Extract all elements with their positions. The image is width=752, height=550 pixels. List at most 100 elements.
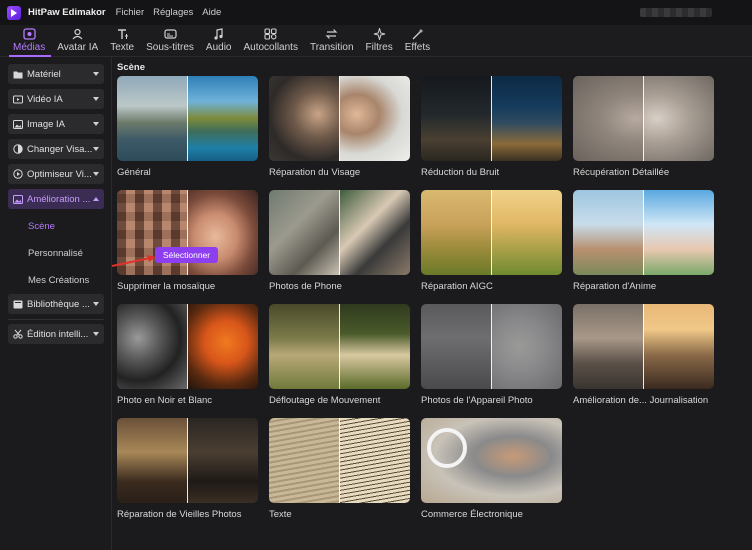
menu-aide[interactable]: Aide (202, 7, 221, 18)
sidebar-item-label: Changer Visa... (27, 143, 93, 155)
sidebar-subitem-scene[interactable]: Scène (28, 221, 55, 232)
scene-thumbnail (421, 418, 562, 503)
app-name: HitPaw Edimakor (28, 7, 106, 18)
chevron-up-icon (93, 197, 99, 201)
scene-card-reparation-aigc[interactable]: Réparation AIGC (421, 190, 562, 292)
tab-label: Médias (13, 42, 46, 53)
chevron-down-icon (93, 122, 99, 126)
sidebar-item-bibliotheque[interactable]: Bibliothèque ... (8, 294, 104, 314)
scene-card-label: Réparation d'Anime (573, 281, 657, 292)
scene-thumbnail (269, 76, 410, 161)
sidebar-item-optimiseur-video[interactable]: Optimiseur Vi... (8, 164, 104, 184)
scene-thumbnail (573, 190, 714, 275)
scene-card-reduction-bruit[interactable]: Réduction du Bruit (421, 76, 562, 178)
scene-card-reparation-anime[interactable]: Réparation d'Anime (573, 190, 714, 292)
tab-label: Audio (205, 42, 232, 53)
tab-sous-titres[interactable]: Sous-titres (140, 24, 200, 56)
chevron-down-icon (93, 302, 99, 306)
scene-card-label: Photo en Noir et Blanc (117, 395, 213, 406)
sidebar-subitem-personnalise[interactable]: Personnalisé (28, 248, 83, 259)
sidebar-subitem-mes-creations[interactable]: Mes Créations (28, 275, 89, 286)
transition-icon (325, 28, 339, 40)
tab-effets[interactable]: Effets (399, 24, 436, 56)
compare-divider (339, 190, 340, 275)
folder-icon (13, 69, 23, 79)
compare-divider (491, 190, 492, 275)
sidebar-item-materiel[interactable]: Matériel (8, 64, 104, 84)
scene-card-label: Réparation AIGC (421, 281, 493, 292)
scene-card-label: Général (117, 167, 151, 178)
tab-avatar-ia[interactable]: Avatar IA (51, 24, 104, 56)
scene-card-amelioration-journalisation[interactable]: Amélioration de... Journalisation (573, 304, 714, 406)
scene-thumbnail (117, 76, 258, 161)
scene-card-vieilles-photos[interactable]: Réparation de Vieilles Photos (117, 418, 258, 520)
compare-divider (187, 304, 188, 389)
sidebar-divider (8, 319, 104, 320)
scene-thumbnail (421, 190, 562, 275)
scene-card-noir-et-blanc[interactable]: Photo en Noir et Blanc (117, 304, 258, 406)
media-icon (22, 28, 36, 40)
sparkle-icon (372, 28, 386, 40)
scene-card-commerce-electronique[interactable]: Commerce Électronique (421, 418, 562, 520)
sidebar-item-changer-visage[interactable]: Changer Visa... (8, 139, 104, 159)
scene-thumbnail (573, 304, 714, 389)
compare-divider (339, 304, 340, 389)
tab-label: Avatar IA (57, 42, 99, 53)
scene-thumbnail (269, 418, 410, 503)
scene-card-label: Réparation de Vieilles Photos (117, 509, 242, 520)
scene-card-photos-phone[interactable]: Photos de Phone (269, 190, 410, 292)
tab-audio[interactable]: Audio (200, 24, 238, 56)
compare-divider (643, 76, 644, 161)
sidebar-item-label: Vidéo IA (27, 93, 63, 105)
main-toolbar: Médias Avatar IA Texte Sous-titres Audio… (0, 25, 752, 57)
select-button[interactable]: Sélectionner (155, 247, 218, 263)
menu-reglages[interactable]: Réglages (153, 7, 193, 18)
scene-card-label: Réduction du Bruit (421, 167, 500, 178)
scene-thumbnail (269, 304, 410, 389)
library-icon (13, 299, 23, 309)
tab-autocollants[interactable]: Autocollants (237, 24, 303, 56)
scene-card-appareil-photo[interactable]: Photos de l'Appareil Photo (421, 304, 562, 406)
chevron-down-icon (93, 147, 99, 151)
app-logo-icon (7, 5, 21, 20)
optimizer-icon (13, 169, 23, 179)
scene-card-supprimer-mosaique[interactable]: Sélectionner Supprimer la mosaïque (117, 190, 258, 292)
scene-card-reparation-visage[interactable]: Réparation du Visage (269, 76, 410, 178)
scene-thumbnail (269, 190, 410, 275)
sidebar-item-image-ia[interactable]: Image IA (8, 114, 104, 134)
sidebar-item-video-ia[interactable]: Vidéo IA (8, 89, 104, 109)
tab-label: Texte (110, 42, 135, 53)
scene-card-texte[interactable]: Texte (269, 418, 410, 520)
scene-card-defloutage-mouvement[interactable]: Défloutage de Mouvement (269, 304, 410, 406)
effects-icon (410, 28, 424, 40)
scene-card-label: Commerce Électronique (421, 509, 523, 520)
menu-fichier[interactable]: Fichier (116, 7, 145, 18)
compare-divider (339, 418, 340, 503)
compare-divider (339, 76, 340, 161)
scene-card-label: Photos de l'Appareil Photo (421, 395, 533, 406)
enhance-icon (13, 194, 23, 204)
scene-card-label: Réparation du Visage (269, 167, 361, 178)
chevron-down-icon (93, 72, 99, 76)
tab-transition[interactable]: Transition (304, 24, 360, 56)
sidebar-item-label: Édition intelli... (27, 328, 89, 340)
scene-card-recuperation-detaillee[interactable]: Récupération Détaillée (573, 76, 714, 178)
tab-label: Effets (404, 42, 431, 53)
scene-card-general[interactable]: Général (117, 76, 258, 178)
account-info-redacted (640, 8, 712, 17)
scene-card-label: Texte (269, 509, 292, 520)
stickers-icon (264, 28, 278, 40)
scene-card-label: Défloutage de Mouvement (269, 395, 381, 406)
sidebar-item-edition-intelligente[interactable]: Édition intelli... (8, 324, 104, 344)
section-title: Scène (117, 62, 145, 73)
tab-label: Transition (309, 42, 354, 53)
tab-texte[interactable]: Texte (104, 24, 140, 56)
tab-medias[interactable]: Médias (7, 24, 51, 56)
tab-filtres[interactable]: Filtres (360, 24, 399, 56)
sidebar-item-amelioration[interactable]: Amélioration ... (8, 189, 104, 209)
scene-card-label: Photos de Phone (269, 281, 342, 292)
scene-card-label: Récupération Détaillée (573, 167, 670, 178)
subtitles-icon (163, 28, 177, 40)
scene-card-label: Supprimer la mosaïque (117, 281, 216, 292)
compare-divider (643, 190, 644, 275)
